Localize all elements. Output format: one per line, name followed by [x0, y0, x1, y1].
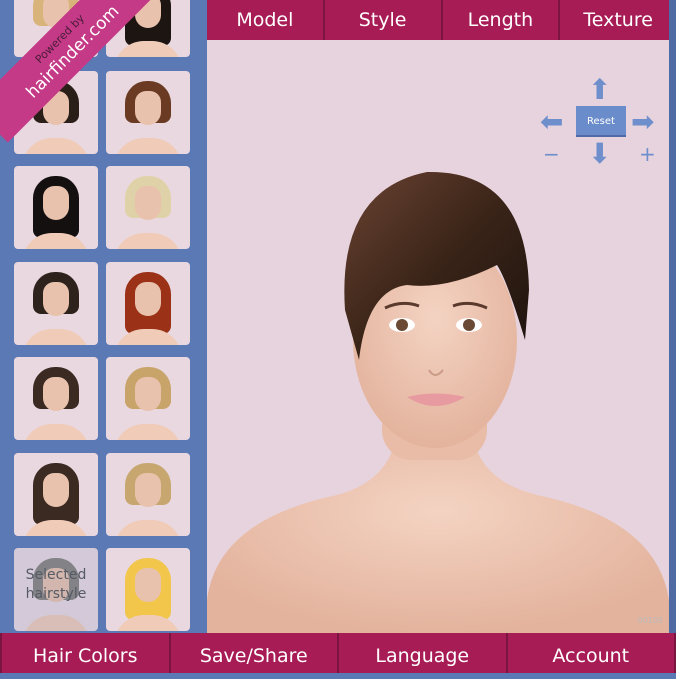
selected-label-line1: Selected [25, 567, 87, 583]
shoulders [114, 424, 182, 440]
shoulders [22, 520, 90, 536]
hairstyle-sidebar: Selected hairstyle Powered by hairfinder.co… [0, 0, 207, 633]
shoulders [22, 233, 90, 249]
hairstyle-thumbnail[interactable] [106, 357, 190, 440]
tab-model[interactable]: Model [207, 0, 323, 41]
top-nav: Model Style Length Texture [207, 0, 676, 41]
face [135, 568, 161, 602]
account-button[interactable]: Account [507, 633, 674, 673]
face [135, 91, 161, 125]
shoulders [114, 520, 182, 536]
hairstyle-thumbnail[interactable] [106, 453, 190, 536]
face [43, 473, 69, 507]
arrow-left-icon[interactable]: ⬅ [540, 108, 563, 136]
hairstyle-thumbnail[interactable] [14, 453, 98, 536]
shoulders [114, 615, 182, 631]
face [135, 282, 161, 316]
shoulders [114, 41, 182, 57]
hairstyle-thumbnail[interactable] [106, 166, 190, 249]
preview-canvas: ⬆ ⬇ ⬅ ➡ Reset − + 00105 [207, 40, 669, 633]
tab-style[interactable]: Style [324, 0, 441, 41]
shoulders [114, 329, 182, 345]
image-code: 00105 [637, 616, 663, 625]
face [135, 186, 161, 220]
save-share-button[interactable]: Save/Share [170, 633, 337, 673]
tab-texture[interactable]: Texture [560, 0, 676, 41]
shoulders [114, 138, 182, 154]
bottom-nav: Hair Colors Save/Share Language Account [0, 633, 676, 673]
tab-length[interactable]: Length [442, 0, 559, 41]
arrow-up-icon[interactable]: ⬆ [588, 76, 611, 104]
selected-label-line2: hairstyle [25, 586, 87, 602]
hairstyle-thumbnail[interactable]: Selected hairstyle [14, 548, 98, 631]
hair-colors-button[interactable]: Hair Colors [2, 633, 169, 673]
arrow-down-icon[interactable]: ⬇ [588, 140, 611, 168]
hairstyle-thumbnail[interactable] [106, 262, 190, 345]
zoom-out-button[interactable]: − [543, 144, 560, 164]
zoom-in-button[interactable]: + [639, 144, 656, 164]
face [43, 186, 69, 220]
reset-button[interactable]: Reset [576, 106, 626, 137]
hairstyle-thumbnail[interactable] [14, 262, 98, 345]
selected-hairstyle-label: Selected hairstyle [14, 566, 98, 604]
face [135, 377, 161, 411]
right-border [669, 0, 676, 633]
hairstyle-thumbnail[interactable] [14, 357, 98, 440]
shoulders [22, 615, 90, 631]
hairstyle-thumbnail[interactable] [14, 166, 98, 249]
shoulders [22, 424, 90, 440]
shoulders [22, 138, 90, 154]
face [135, 473, 161, 507]
shoulders [22, 329, 90, 345]
language-button[interactable]: Language [339, 633, 506, 673]
hairstyle-thumbnail[interactable] [106, 548, 190, 631]
hairstyle-thumbnail[interactable] [106, 71, 190, 154]
shoulders [114, 233, 182, 249]
face [43, 282, 69, 316]
face [43, 377, 69, 411]
arrow-right-icon[interactable]: ➡ [631, 108, 654, 136]
